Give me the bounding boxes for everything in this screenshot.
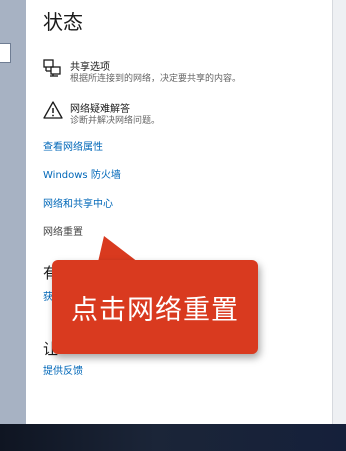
- network-troubleshooter-desc: 诊断并解决网络问题。: [70, 116, 161, 126]
- scrollbar-track[interactable]: [332, 0, 346, 424]
- network-reset-link[interactable]: 网络重置: [43, 223, 83, 238]
- left-nav-strip: [0, 0, 26, 424]
- windows-firewall-link[interactable]: Windows 防火墙: [43, 166, 121, 181]
- sharing-options-desc: 根据所连接到的网络，决定要共享的内容。: [70, 74, 242, 84]
- taskbar: [0, 424, 346, 451]
- settings-panel: 状态 共享选项 根据所连接到的网络，决定要共享的内容。 网络疑难解答 诊断并解决…: [26, 0, 332, 424]
- instruction-callout: 点击网络重置: [52, 260, 258, 354]
- feedback-link[interactable]: 提供反馈: [43, 362, 83, 377]
- warning-triangle-icon: [43, 101, 63, 119]
- view-network-properties-link[interactable]: 查看网络属性: [43, 138, 103, 153]
- network-share-icon: [43, 59, 61, 77]
- page-title: 状态: [43, 10, 83, 34]
- nav-selection-marker: [0, 43, 11, 63]
- network-sharing-center-link[interactable]: 网络和共享中心: [43, 195, 113, 210]
- callout-text: 点击网络重置: [71, 294, 239, 326]
